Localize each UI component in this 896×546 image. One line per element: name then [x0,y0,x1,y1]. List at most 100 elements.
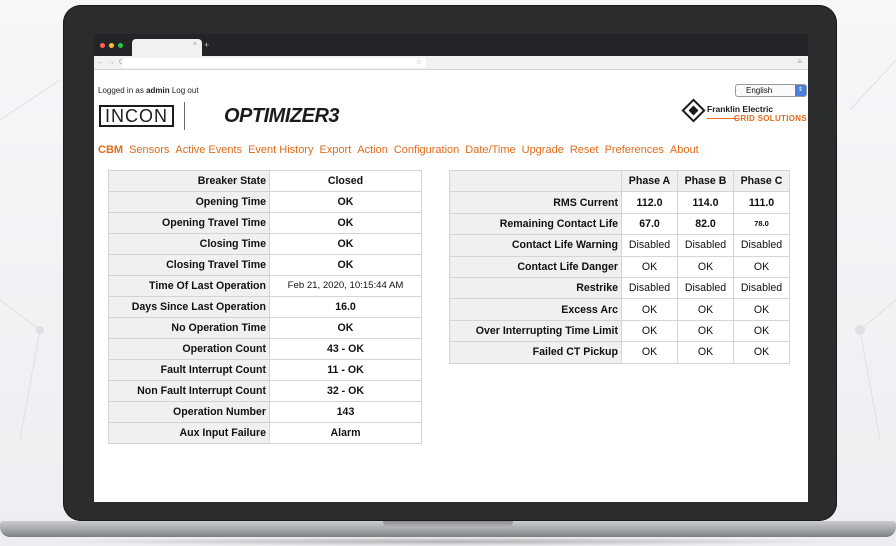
nav-action[interactable]: Action [357,144,388,157]
nav-sensors[interactable]: Sensors [129,144,169,157]
logo-divider [184,101,185,130]
table-row: Over Interrupting Time Limit OK OK OK [449,319,790,343]
row-label: Non Fault Interrupt Count [108,380,270,402]
row-label: Failed CT Pickup [449,341,622,364]
row-value: 143 [269,401,422,423]
cell-value: 82.0 [677,212,734,236]
nav-configuration[interactable]: Configuration [394,144,459,157]
cell-value: OK [733,298,790,321]
row-label: Days Since Last Operation [108,296,270,318]
column-header: Phase B [677,169,734,193]
row-label: Opening Time [108,191,270,213]
menu-icon[interactable]: ≡ [797,57,802,67]
browser-tab[interactable]: × [132,39,202,56]
cell-value: OK [621,319,678,343]
maximize-window-button[interactable] [118,43,123,48]
row-label: Contact Life Danger [449,255,622,278]
cell-value: 112.0 [621,191,678,214]
row-label: Contact Life Warning [449,234,622,257]
nav-event-history[interactable]: Event History [248,144,313,157]
header-blank-cell [449,169,622,193]
nav-cbm[interactable]: CBM [98,144,123,157]
row-label: Operation Count [108,338,270,360]
table-row: Failed CT Pickup OK OK OK [449,341,790,364]
url-input[interactable]: ☆ [122,58,426,68]
product-name: OPTIMIZER3 [224,105,340,127]
login-username: admin [146,86,170,95]
row-value: Feb 21, 2020, 10:15:44 AM [269,275,422,297]
close-icon[interactable]: × [193,41,197,49]
cell-value: Disabled [621,234,678,257]
laptop-shadow [40,537,856,546]
cell-value: OK [733,255,790,278]
nav-upgrade[interactable]: Upgrade [522,144,564,157]
franklin-electric-logo: Franklin Electric GRID SOLUTIONS [681,98,807,130]
logout-link[interactable]: Log out [172,86,199,95]
close-window-button[interactable] [100,43,105,48]
table-row: Time Of Last Operation Feb 21, 2020, 10:1… [108,275,422,297]
table-row: Remaining Contact Life 67.0 82.0 78.0 [449,212,790,236]
table-row: Breaker State Closed [108,170,422,192]
nav-export[interactable]: Export [319,144,351,157]
cell-value: 111.0 [733,191,790,214]
row-label: RMS Current [449,191,622,214]
row-label: Closing Time [108,233,270,255]
table-row: Contact Life Danger OK OK OK [449,255,790,278]
nav-date-time[interactable]: Date/Time [465,144,515,157]
star-icon[interactable]: ☆ [416,58,422,68]
table-row: Operation Count 43 - OK [108,338,422,360]
nav-reset[interactable]: Reset [570,144,599,157]
row-label: Fault Interrupt Count [108,359,270,381]
login-prefix: Logged in as [98,86,144,95]
logo-accent-line [707,118,737,119]
table-header-row: Phase A Phase B Phase C [449,169,790,193]
grid-solutions-name: GRID SOLUTIONS [733,114,807,123]
franklin-diamond-icon [681,98,706,123]
cell-value: OK [621,341,678,364]
row-value: 16.0 [269,296,422,318]
incon-logo-text: INCON [105,105,168,126]
table-row: Opening Time OK [108,191,422,213]
row-value: OK [269,254,422,276]
main-nav: CBM Sensors Active Events Event History … [98,144,705,157]
navigation-arrows-icon[interactable]: ← → C [97,58,125,67]
nav-about[interactable]: About [670,144,699,157]
row-label: No Operation Time [108,317,270,339]
minimize-window-button[interactable] [109,43,114,48]
table-row: Closing Time OK [108,233,422,255]
column-header: Phase A [621,169,678,193]
row-label: Time Of Last Operation [108,275,270,297]
cell-value: OK [733,319,790,343]
cell-value: Disabled [733,234,790,257]
table-row: Operation Number 143 [108,401,422,423]
cell-value: OK [677,341,734,364]
address-bar-row: ← → C ☆ ≡ [94,56,808,70]
browser-tab-bar: × + [94,34,808,56]
cell-value: OK [677,255,734,278]
row-value: OK [269,317,422,339]
row-value: 11 - OK [269,359,422,381]
cell-value: 78.0 [733,212,790,236]
new-tab-button[interactable]: + [204,40,209,50]
row-label: Breaker State [108,170,270,192]
franklin-electric-name: Franklin Electric [707,104,774,114]
nav-active-events[interactable]: Active Events [175,144,242,157]
cell-value: OK [677,319,734,343]
login-status: Logged in as admin Log out [98,86,199,95]
row-label: Over Interrupting Time Limit [449,319,622,343]
cell-value: OK [621,255,678,278]
phase-status-table: Phase A Phase B Phase C RMS Current 112.0… [449,169,790,364]
row-label: Excess Arc [449,298,622,321]
cell-value: Disabled [621,276,678,300]
table-row: Aux Input Failure Alarm [108,422,422,444]
window-controls [100,43,123,48]
table-row: Excess Arc OK OK OK [449,298,790,321]
nav-preferences[interactable]: Preferences [605,144,664,157]
row-value: Alarm [269,422,422,444]
cell-value: 67.0 [621,212,678,236]
language-select[interactable]: English ⇕ [735,84,807,97]
row-value: OK [269,233,422,255]
table-row: Fault Interrupt Count 11 - OK [108,359,422,381]
row-value: 43 - OK [269,338,422,360]
incon-logo: INCON [99,101,185,130]
